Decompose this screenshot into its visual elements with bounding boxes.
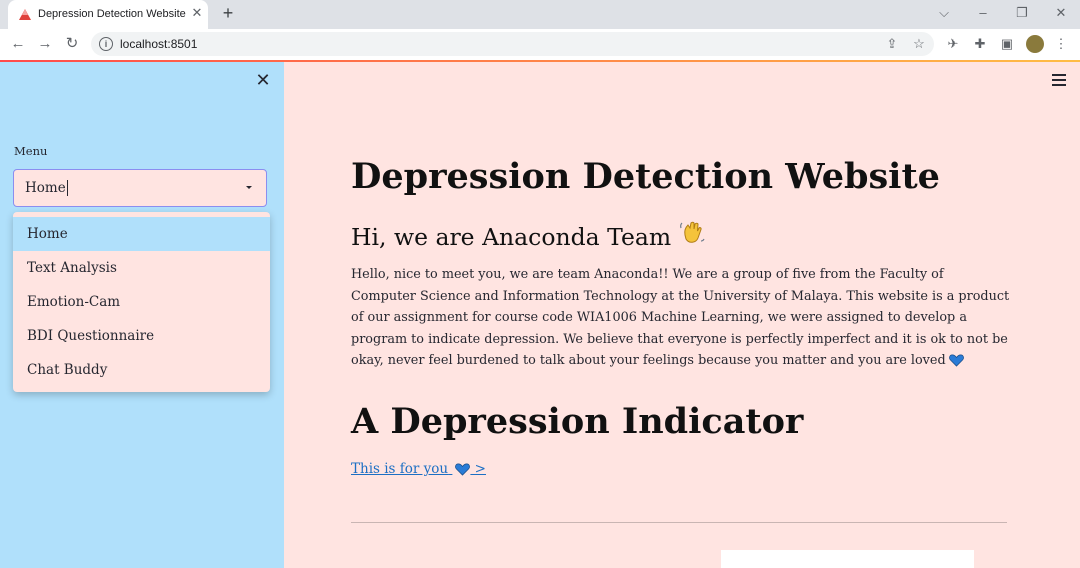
- page-title: Depression Detection Website: [351, 156, 940, 197]
- menu-option-label: Text Analysis: [27, 260, 117, 276]
- streamlit-favicon-icon: [19, 9, 31, 20]
- tab-close-icon[interactable]: ✕: [190, 6, 204, 20]
- reload-icon[interactable]: ↻: [63, 35, 81, 53]
- menu-option-label: Home: [27, 226, 68, 242]
- window-close-icon[interactable]: ✕: [1051, 5, 1071, 21]
- chevron-down-icon[interactable]: [246, 186, 252, 189]
- content-panel: [721, 550, 974, 568]
- browser-menu-icon[interactable]: ⋮: [1052, 35, 1070, 53]
- waving-hand-icon: [680, 221, 705, 243]
- site-info-icon[interactable]: i: [99, 37, 113, 51]
- browser-tab[interactable]: Depression Detection Website ✕: [8, 0, 208, 29]
- sidebar-close-icon[interactable]: ✕: [254, 72, 272, 90]
- menu-option-emotion-cam[interactable]: Emotion-Cam: [13, 285, 270, 319]
- menu-option-chat-buddy[interactable]: Chat Buddy: [13, 353, 270, 387]
- share-icon[interactable]: ⇪: [884, 36, 900, 52]
- forward-icon[interactable]: →: [36, 35, 54, 53]
- menu-option-bdi-questionnaire[interactable]: BDI Questionnaire: [13, 319, 270, 353]
- this-is-for-you-link[interactable]: This is for you >: [351, 461, 486, 477]
- browser-toolbar: ← → ↻ i localhost:8501 ⇪ ☆ ✈ ✚ ▣ ⋮: [0, 29, 1080, 60]
- new-tab-icon[interactable]: +: [219, 4, 237, 22]
- tab-title: Depression Detection Website: [38, 8, 186, 20]
- minimize-icon[interactable]: –: [973, 5, 993, 21]
- blue-heart-icon[interactable]: [455, 463, 471, 476]
- menu-dropdown: Home Text Analysis Emotion-Cam BDI Quest…: [13, 212, 270, 392]
- hamburger-menu-icon[interactable]: [1052, 74, 1066, 86]
- back-icon[interactable]: ←: [9, 35, 27, 53]
- menu-select-value[interactable]: Home: [25, 180, 68, 196]
- menu-select[interactable]: Home: [13, 169, 267, 207]
- menu-option-home[interactable]: Home: [13, 217, 270, 251]
- address-url[interactable]: localhost:8501: [120, 37, 197, 51]
- profile-avatar[interactable]: [1026, 35, 1044, 53]
- menu-option-label: BDI Questionnaire: [27, 328, 155, 344]
- extension-a-icon[interactable]: ✈: [944, 35, 962, 53]
- side-panel-icon[interactable]: ▣: [998, 35, 1016, 53]
- menu-label: Menu: [14, 144, 48, 158]
- extensions-puzzle-icon[interactable]: ✚: [971, 35, 989, 53]
- address-bar[interactable]: i localhost:8501 ⇪ ☆: [91, 32, 934, 56]
- blue-heart-icon: [948, 354, 964, 367]
- sidebar: ✕ Menu Home Home Text Analysis Emotion-C…: [0, 62, 284, 568]
- section-title: A Depression Indicator: [351, 401, 804, 442]
- restore-icon[interactable]: ❐: [1012, 5, 1032, 21]
- intro-text: Hello, nice to meet you, we are team Ana…: [351, 267, 1010, 369]
- menu-option-label: Emotion-Cam: [27, 294, 121, 310]
- team-heading: Hi, we are Anaconda Team: [351, 219, 705, 251]
- section-divider: [351, 522, 1007, 523]
- tab-search-icon[interactable]: ⌵: [934, 5, 954, 21]
- bookmark-star-icon[interactable]: ☆: [911, 36, 927, 52]
- link-arrow[interactable]: >: [470, 461, 486, 477]
- menu-option-text-analysis[interactable]: Text Analysis: [13, 251, 270, 285]
- browser-tab-bar: Depression Detection Website ✕ + ⌵ – ❐ ✕: [0, 0, 1080, 29]
- link-text[interactable]: This is for you: [351, 461, 448, 477]
- main-content: Depression Detection Website Hi, we are …: [284, 62, 1080, 568]
- intro-paragraph: Hello, nice to meet you, we are team Ana…: [351, 264, 1011, 372]
- team-heading-text: Hi, we are Anaconda Team: [351, 223, 672, 251]
- menu-option-label: Chat Buddy: [27, 362, 108, 378]
